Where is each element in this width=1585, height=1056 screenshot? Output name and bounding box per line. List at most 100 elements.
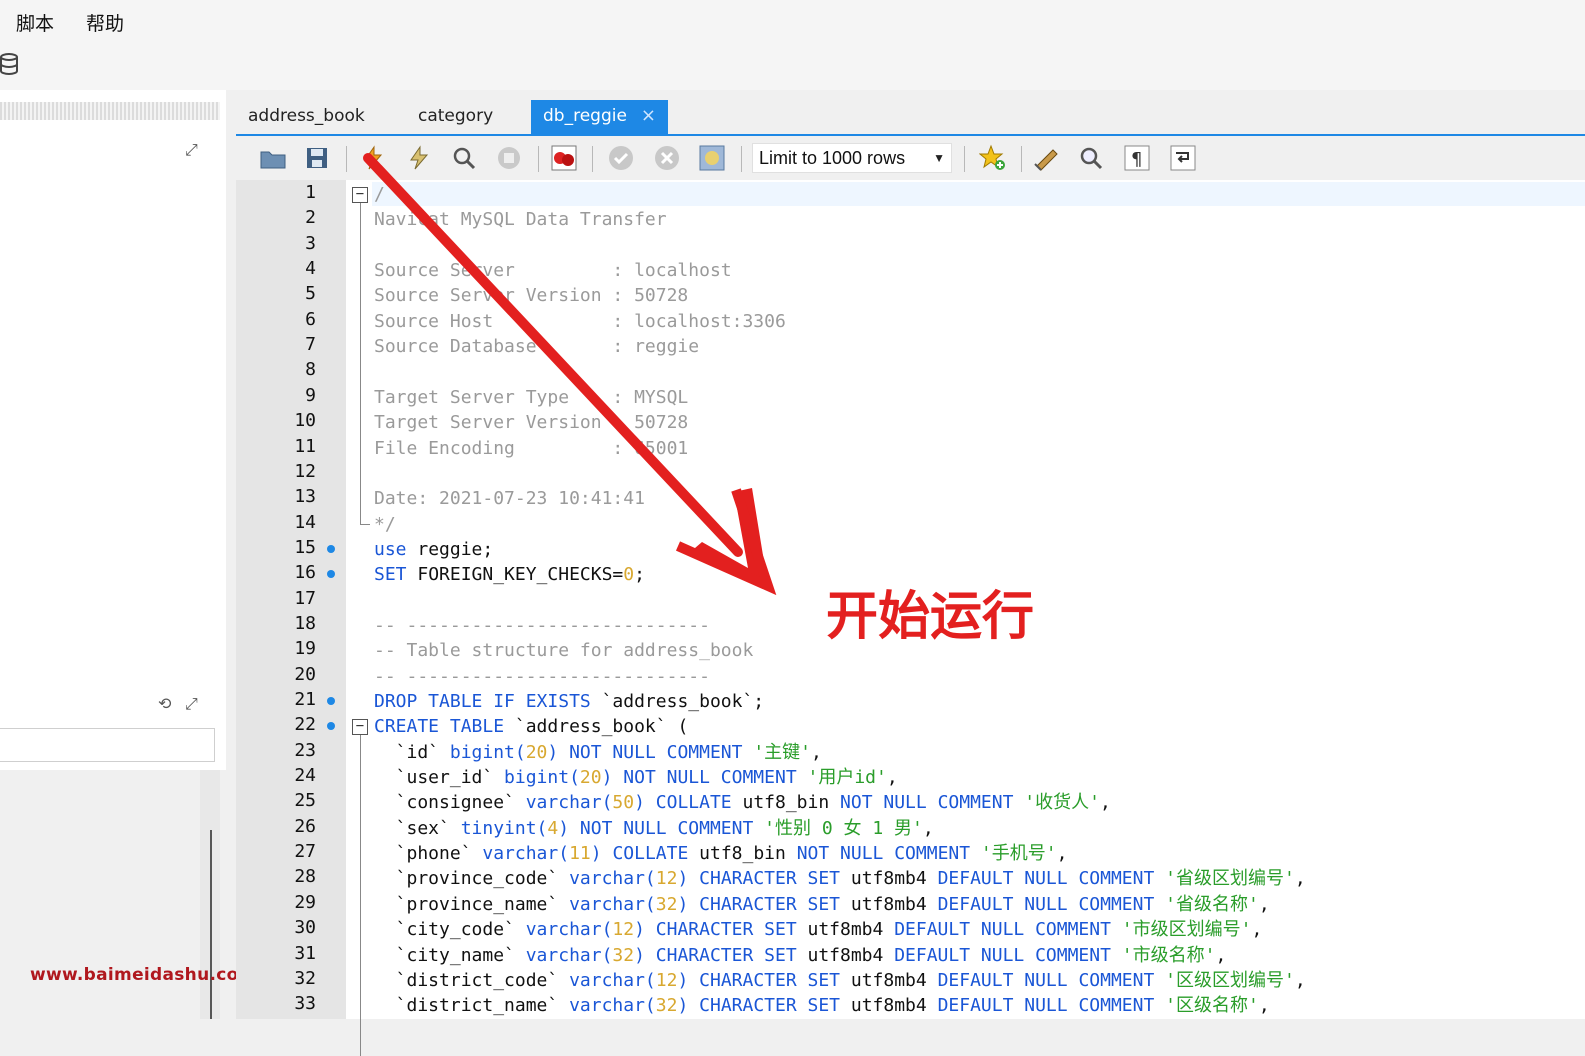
line-number: 15 — [294, 536, 316, 558]
line-number: 19 — [294, 638, 316, 660]
separator — [346, 146, 347, 172]
code-token: DEFAULT NULL COMMENT — [894, 944, 1122, 966]
code-token: DEFAULT NULL COMMENT — [937, 969, 1166, 991]
svg-text:¶: ¶ — [1131, 149, 1142, 170]
code-token: 20 — [525, 741, 548, 763]
code-token: '区级区划编号' — [1165, 969, 1295, 991]
code-token: ) COLLATE — [590, 843, 700, 865]
line-number: 23 — [294, 739, 316, 761]
line-number: 1 — [305, 182, 316, 203]
code-token: , — [1056, 843, 1068, 865]
code-line: DROP TABLE IF EXISTS `address_book`; — [374, 689, 764, 714]
code-token: varchar( — [482, 843, 570, 865]
line-number: 17 — [294, 587, 316, 609]
code-line: `district_name` varchar(32) CHARACTER SE… — [374, 993, 1270, 1018]
code-token: , — [1099, 792, 1111, 814]
expand-icon[interactable]: ⤢ — [185, 140, 198, 160]
code-token: `district_name` — [374, 995, 570, 1017]
wrap-icon[interactable] — [1168, 143, 1198, 173]
line-number: 32 — [294, 967, 316, 989]
clear-icon[interactable] — [1032, 143, 1062, 173]
code-line: -- ---------------------------- — [374, 613, 710, 638]
code-token: CREATE TABLE — [374, 716, 505, 738]
refresh-icon[interactable]: ⟲ — [158, 694, 171, 713]
limit-rows-select[interactable]: Limit to 1000 rows ▼ — [752, 143, 952, 173]
code-token: , — [1294, 868, 1306, 890]
line-number: 22 — [294, 714, 316, 736]
code-token: varchar( — [569, 969, 656, 991]
code-token: NOT NULL COMMENT — [840, 792, 1025, 814]
menu-item-help[interactable]: 帮助 — [86, 9, 124, 36]
code-token: varchar( — [569, 893, 656, 915]
line-number: 24 — [294, 765, 316, 787]
code-line: `city_code` varchar(12) CHARACTER SET ut… — [374, 917, 1263, 942]
database-icon[interactable] — [0, 52, 22, 85]
code-token: `city_code` — [374, 919, 526, 941]
code-token: ) CHARACTER SET — [677, 868, 851, 890]
code-token: varchar( — [525, 944, 613, 966]
tab-address-book[interactable]: address_book — [236, 100, 377, 134]
code-token: 20 — [579, 767, 602, 789]
tab-db-reggie[interactable]: db_reggie × — [531, 100, 669, 134]
tab-category[interactable]: category — [406, 100, 505, 134]
annotation-label: 开始运行 — [826, 587, 1035, 647]
line-number: 20 — [294, 663, 316, 685]
code-token: utf8_bin — [699, 843, 797, 865]
code-token: `address_book`; — [590, 691, 765, 712]
code-line: `province_code` varchar(12) CHARACTER SE… — [374, 866, 1306, 891]
code-token: ) CHARACTER SET — [677, 969, 851, 991]
code-token: '市级区划编号' — [1121, 919, 1252, 941]
code-line: `province_name` varchar(32) CHARACTER SE… — [374, 892, 1270, 917]
code-token: tinyint( — [460, 817, 548, 839]
code-token: , — [1294, 969, 1306, 991]
code-token: utf8mb4 — [850, 893, 938, 915]
code-line: CREATE TABLE `address_book` ( — [374, 714, 688, 739]
code-token: ) CHARACTER SET — [634, 919, 808, 941]
line-number: 27 — [294, 841, 316, 863]
code-token: 32 — [612, 944, 635, 966]
line-number: 12 — [294, 460, 316, 482]
code-token: utf8_bin — [742, 792, 841, 814]
code-token: , — [811, 741, 822, 763]
separator — [1021, 146, 1022, 172]
bookmark-dot-icon[interactable] — [327, 544, 335, 553]
code-token: 11 — [569, 843, 591, 865]
folder-icon[interactable] — [258, 143, 288, 173]
code-token: `phone` — [374, 843, 483, 865]
info-search-input[interactable] — [0, 728, 215, 762]
code-token: varchar( — [525, 792, 613, 814]
code-token: ) NOT NULL COMMENT — [601, 767, 808, 789]
line-number: 4 — [305, 258, 316, 280]
code-token: '用户id' — [807, 767, 887, 789]
code-token: -- ---------------------------- — [374, 665, 710, 687]
expand-icon-2[interactable]: ⤢ — [185, 694, 198, 714]
fold-toggle-icon[interactable]: − — [352, 719, 368, 736]
code-line: `consignee` varchar(50) COLLATE utf8_bin… — [374, 790, 1111, 815]
scrollbar-thumb[interactable] — [210, 830, 212, 1019]
code-line: `phone` varchar(11) COLLATE utf8_bin NOT… — [374, 841, 1068, 866]
code-token: NOT NULL COMMENT — [796, 843, 981, 865]
save-icon[interactable] — [302, 143, 332, 173]
tab-label: category — [418, 106, 494, 126]
line-number: 21 — [294, 689, 316, 710]
tab-label: address_book — [248, 106, 365, 126]
paragraph-icon[interactable]: ¶ — [1122, 143, 1152, 173]
code-token: `city_name` — [374, 944, 526, 966]
code-token: ) CHARACTER SET — [634, 944, 808, 966]
arrow-annotation-icon — [363, 153, 777, 596]
code-line: `user_id` bigint(20) NOT NULL COMMENT '用… — [374, 765, 898, 790]
code-token: 32 — [655, 995, 678, 1017]
tab-label: db_reggie — [543, 106, 627, 126]
line-number: 33 — [294, 993, 316, 1015]
add-favorite-icon[interactable] — [978, 143, 1008, 173]
close-icon[interactable]: × — [641, 105, 656, 126]
bookmark-dot-icon[interactable] — [327, 697, 335, 705]
find-icon[interactable] — [1076, 143, 1106, 173]
code-token: varchar( — [569, 995, 656, 1017]
menu-item-script[interactable]: 脚本 — [16, 9, 54, 36]
code-token: ) CHARACTER SET — [677, 893, 851, 915]
code-token: utf8mb4 — [850, 868, 938, 890]
code-token: , — [1215, 944, 1227, 966]
code-token: '省级名称' — [1165, 893, 1259, 915]
code-token: -- ---------------------------- — [374, 614, 710, 636]
